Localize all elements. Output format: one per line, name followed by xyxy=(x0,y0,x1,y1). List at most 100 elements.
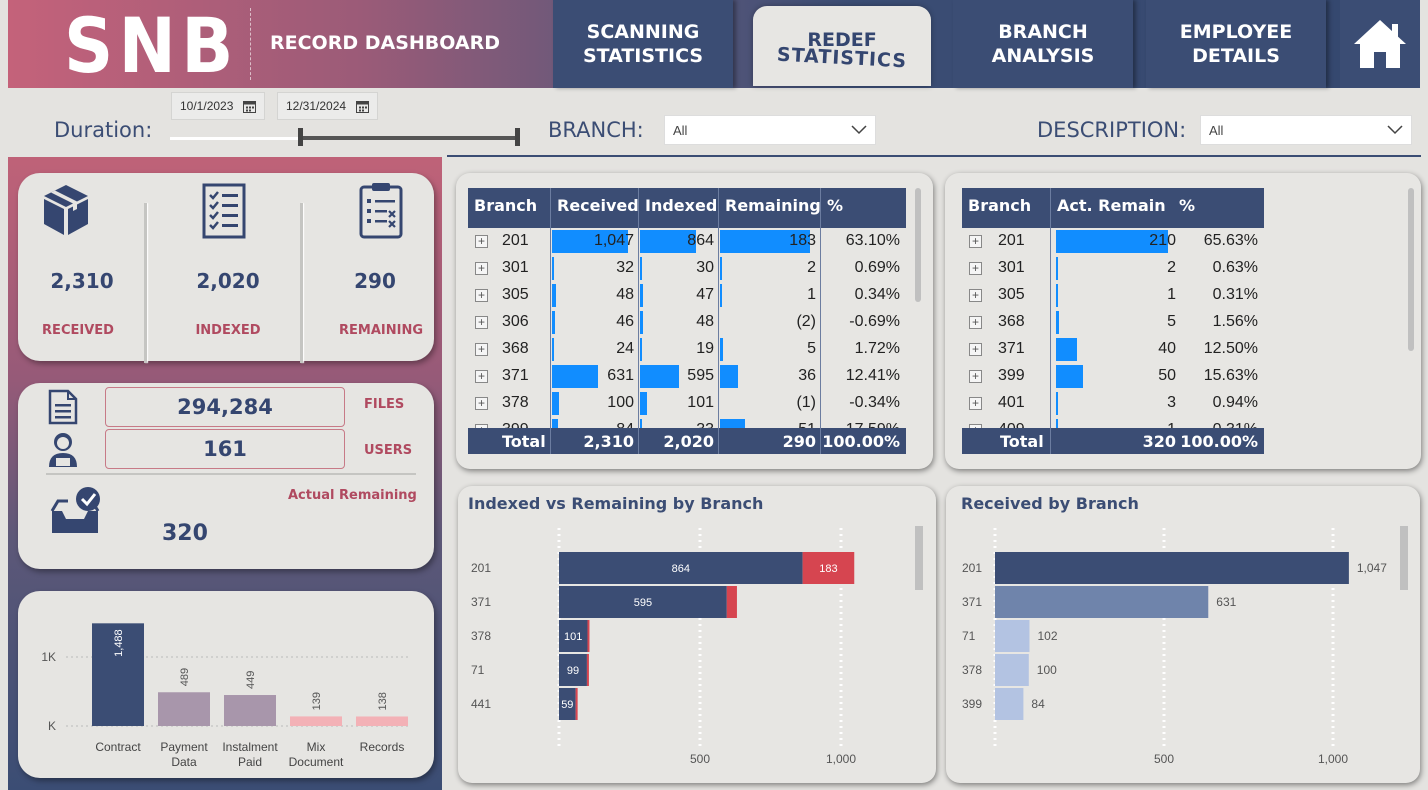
cell-pct: 0.94% xyxy=(1212,394,1258,411)
home-button[interactable] xyxy=(1340,0,1420,88)
indexed-data-bar xyxy=(640,365,679,388)
indexed-data-bar xyxy=(640,311,644,334)
actual-remaining-value: 320 xyxy=(162,521,208,546)
remaining-value: 290 xyxy=(354,269,396,293)
tab-label: DETAILS xyxy=(1192,45,1280,67)
cell-received: 46 xyxy=(616,313,634,330)
cell-remaining: 5 xyxy=(807,340,816,357)
table-row: +306 46 48 (2) -0.69% xyxy=(468,309,906,336)
cell-pct: 12.50% xyxy=(1203,340,1258,357)
expand-icon[interactable]: + xyxy=(475,262,488,275)
col-act-remain[interactable]: Act. Remain xyxy=(1057,196,1166,215)
expand-icon[interactable]: + xyxy=(475,289,488,302)
data-label: 864 xyxy=(672,563,690,575)
col-pct[interactable]: % xyxy=(827,196,843,215)
total-remain: 320 xyxy=(1142,432,1176,451)
category-label: 371 xyxy=(962,595,982,609)
received-value: 2,310 xyxy=(50,269,114,293)
remain-data-bar xyxy=(1056,419,1058,428)
col-pct[interactable]: % xyxy=(1179,196,1195,215)
data-label: 99 xyxy=(567,665,579,677)
cell-branch: 371 xyxy=(502,367,529,384)
col-branch[interactable]: Branch xyxy=(474,196,537,215)
col-indexed[interactable]: Indexed xyxy=(645,196,717,215)
expand-icon[interactable]: + xyxy=(475,397,488,410)
cell-pct: 12.41% xyxy=(845,367,900,384)
users-value: 161 xyxy=(105,429,345,469)
cell-branch: 201 xyxy=(502,232,529,249)
cell-indexed: 48 xyxy=(696,313,714,330)
cell-indexed: 19 xyxy=(696,340,714,357)
expand-icon[interactable]: + xyxy=(475,235,488,248)
cell-received: 631 xyxy=(607,367,634,384)
tab-redef-statistics[interactable]: REDEF STATISTICS xyxy=(753,6,931,86)
category-label: 371 xyxy=(471,595,491,609)
duration-slider-end-handle[interactable] xyxy=(515,128,520,146)
cell-branch: 368 xyxy=(502,340,529,357)
calendar-icon[interactable] xyxy=(243,100,257,113)
cell-act-remain: 3 xyxy=(1167,394,1176,411)
tab-employee-details[interactable]: EMPLOYEE DETAILS xyxy=(1146,0,1326,88)
table-scrollbar[interactable] xyxy=(1408,188,1414,351)
expand-icon[interactable]: + xyxy=(475,370,488,383)
received-label: RECEIVED xyxy=(42,323,114,338)
cell-pct: 0.34% xyxy=(854,286,900,303)
table-row: +40910.31% xyxy=(962,417,1264,428)
chart-scrollbar[interactable] xyxy=(915,526,923,590)
received-bar xyxy=(995,552,1349,584)
data-label: 449 xyxy=(245,671,257,689)
cell-received: 48 xyxy=(616,286,634,303)
calendar-icon[interactable] xyxy=(356,100,370,113)
duration-slider-start-handle[interactable] xyxy=(298,128,303,146)
category-label: Paid xyxy=(238,755,262,769)
tab-scanning-statistics[interactable]: SCANNING STATISTICS xyxy=(553,0,733,88)
start-date-input[interactable]: 10/1/2023 xyxy=(171,92,266,120)
expand-icon[interactable]: + xyxy=(969,343,982,356)
description-dropdown[interactable]: All xyxy=(1200,115,1412,145)
total-remaining: 290 xyxy=(782,432,816,451)
dashboard-title: RECORD DASHBOARD xyxy=(270,32,501,54)
logo-divider xyxy=(250,8,251,80)
col-remaining[interactable]: Remaining xyxy=(725,196,821,215)
end-date-value: 12/31/2024 xyxy=(286,99,347,113)
category-label: Mix xyxy=(307,740,326,754)
x-tick-label: 500 xyxy=(690,752,710,766)
tab-label: EMPLOYEE xyxy=(1179,21,1293,43)
expand-icon[interactable]: + xyxy=(475,316,488,329)
chevron-down-icon xyxy=(851,125,867,135)
tab-branch-analysis[interactable]: BRANCH ANALYSIS xyxy=(953,0,1133,88)
expand-icon[interactable]: + xyxy=(969,289,982,302)
received-bar xyxy=(995,654,1029,686)
table-scrollbar[interactable] xyxy=(915,188,921,302)
received-data-bar xyxy=(552,284,556,307)
stats-divider xyxy=(46,473,416,475)
col-branch[interactable]: Branch xyxy=(968,196,1031,215)
table-row: +401 3 0.94% xyxy=(962,390,1264,417)
cell-received: 1,047 xyxy=(593,232,634,249)
cell-pct: 15.63% xyxy=(1203,367,1258,384)
files-label: FILES xyxy=(364,397,405,412)
expand-icon[interactable]: + xyxy=(969,316,982,329)
cell-pct: -0.69% xyxy=(849,313,900,330)
kpi-card: 2,310 2,020 290 RECEIVED INDEXED REMAINI… xyxy=(18,173,434,363)
category-label: 378 xyxy=(471,629,491,643)
clipboard-icon xyxy=(359,183,403,239)
category-label: Payment xyxy=(160,740,208,754)
end-date-input[interactable]: 12/31/2024 xyxy=(277,92,379,120)
expand-icon[interactable]: + xyxy=(969,262,982,275)
filter-divider xyxy=(447,155,1421,157)
expand-icon[interactable]: + xyxy=(969,397,982,410)
column-bar xyxy=(158,692,210,726)
remain-data-bar xyxy=(1056,257,1058,280)
branch-dropdown[interactable]: All xyxy=(664,115,876,145)
tab-label: SCANNING xyxy=(586,21,700,43)
expand-icon[interactable]: + xyxy=(475,343,488,356)
expand-icon[interactable]: + xyxy=(969,370,982,383)
chevron-down-icon xyxy=(1387,125,1403,135)
chart-scrollbar[interactable] xyxy=(1400,526,1408,590)
cell-remaining: 2 xyxy=(807,259,816,276)
cell-act-remain: 1 xyxy=(1167,286,1176,303)
remaining-data-bar xyxy=(720,338,723,361)
expand-icon[interactable]: + xyxy=(969,235,982,248)
col-received[interactable]: Received xyxy=(557,196,639,215)
